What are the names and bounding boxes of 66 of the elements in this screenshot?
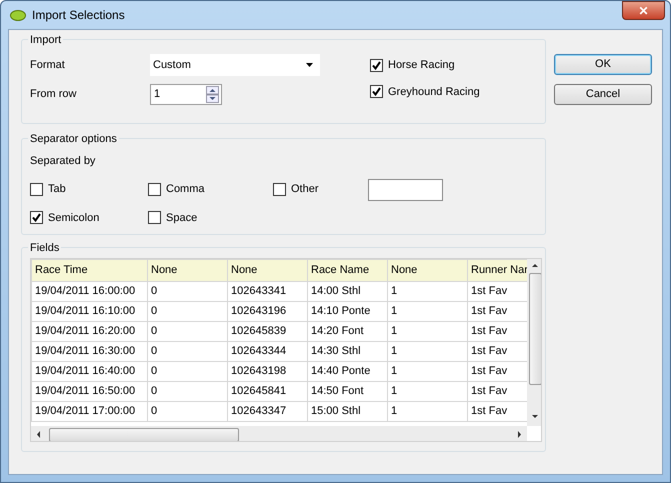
table-cell: 14:00 Sthl — [308, 282, 388, 302]
table-cell: 102645839 — [228, 322, 308, 342]
table-cell: 1 — [388, 382, 468, 402]
checkbox[interactable]: Semicolon — [30, 210, 148, 226]
table-cell: 102645841 — [228, 382, 308, 402]
spin-arrows-icon — [206, 86, 219, 103]
other-separator-field[interactable] — [368, 178, 443, 200]
group-title: Separator options — [28, 131, 119, 148]
table-cell: 14:40 Ponte — [308, 362, 388, 382]
checkbox[interactable]: Other — [273, 181, 368, 198]
window-title: Import Selections — [32, 7, 125, 24]
table-cell: 102643341 — [228, 282, 308, 302]
column-header[interactable]: None — [148, 260, 228, 282]
horizontal-scrollbar[interactable] — [31, 426, 527, 441]
table-cell: 0 — [148, 382, 228, 402]
table-cell: 102643347 — [228, 402, 308, 422]
caret-icon — [306, 63, 313, 67]
column-header[interactable]: None — [228, 260, 308, 282]
table-cell: 19/04/2011 16:50:00 — [32, 382, 148, 402]
column-header[interactable]: None — [388, 260, 468, 282]
table-cell: 0 — [148, 402, 228, 422]
table-cell: 19/04/2011 16:00:00 — [32, 282, 148, 302]
table-cell: 1 — [388, 282, 468, 302]
column-header[interactable]: Race Time — [32, 260, 148, 282]
table-cell: 14:30 Sthl — [308, 342, 388, 362]
table-cell: 14:20 Font — [308, 322, 388, 342]
table-cell: 1 — [388, 302, 468, 322]
checkbox[interactable]: Greyhound Racing — [370, 84, 480, 100]
column-header[interactable]: Race Name — [308, 260, 388, 282]
table-cell: 102643198 — [228, 362, 308, 382]
table-cell: 19/04/2011 16:20:00 — [32, 322, 148, 342]
table-cell: 1 — [388, 322, 468, 342]
format-dropdown[interactable]: Custom — [150, 54, 320, 76]
dialog-button[interactable]: OK — [554, 54, 652, 75]
from-row-spinner[interactable]: 1 — [150, 84, 222, 105]
table-cell: 0 — [148, 362, 228, 382]
table-cell: 0 — [148, 322, 228, 342]
from-row-label: From row — [30, 87, 78, 102]
app-icon — [10, 10, 26, 20]
table-cell: 0 — [148, 342, 228, 362]
table-cell: 1 — [388, 362, 468, 382]
format-label: Format — [30, 58, 66, 73]
checkbox[interactable]: Space — [148, 210, 273, 226]
check-icon — [372, 60, 381, 70]
table-cell: 14:50 Font — [308, 382, 388, 402]
checkbox[interactable]: Comma — [148, 181, 273, 198]
table-cell: 19/04/2011 16:40:00 — [32, 362, 148, 382]
checkbox[interactable]: Tab — [30, 181, 148, 198]
table-cell: 1 — [388, 342, 468, 362]
table-cell: 14:10 Ponte — [308, 302, 388, 322]
table-cell: 0 — [148, 302, 228, 322]
table-cell: 0 — [148, 282, 228, 302]
check-icon — [372, 87, 381, 96]
table-cell: 15:00 Sthl — [308, 402, 388, 422]
check-icon — [32, 213, 41, 222]
table-cell: 19/04/2011 16:30:00 — [32, 342, 148, 362]
separated-by-label: Separated by — [30, 154, 96, 169]
dialog-button[interactable]: Cancel — [554, 84, 652, 105]
table-cell: 19/04/2011 16:10:00 — [32, 302, 148, 322]
vertical-scrollbar[interactable] — [527, 259, 541, 426]
table-cell: 102643344 — [228, 342, 308, 362]
group-title: Import — [28, 32, 64, 48]
checkbox[interactable]: Horse Racing — [370, 57, 480, 74]
table-cell: 1 — [388, 402, 468, 422]
table-cell: 19/04/2011 17:00:00 — [32, 402, 148, 422]
table-cell: 102643196 — [228, 302, 308, 322]
